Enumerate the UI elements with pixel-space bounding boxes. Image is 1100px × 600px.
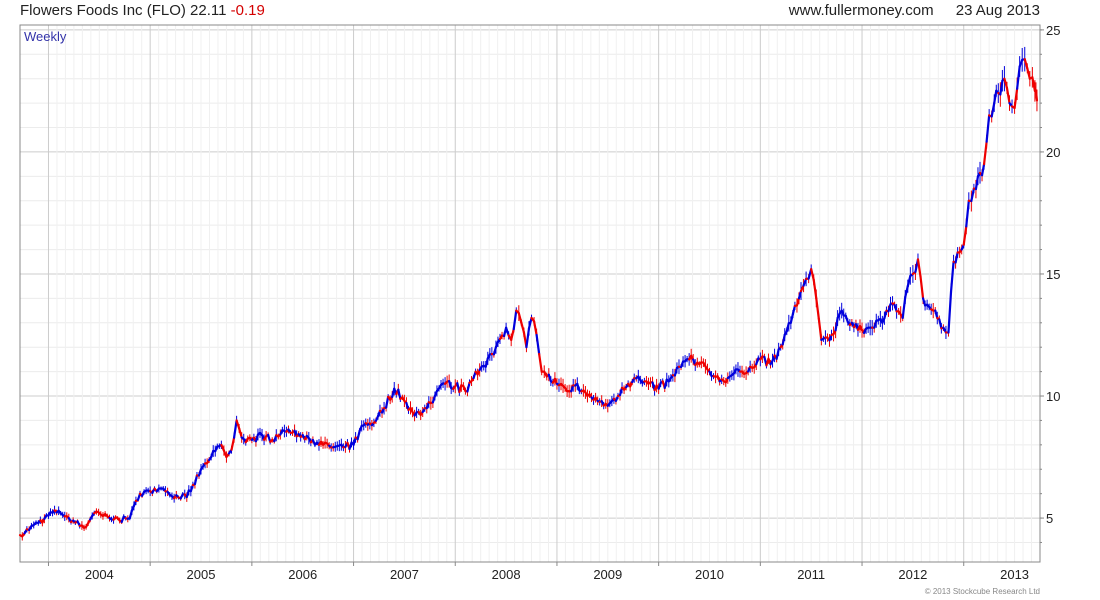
copyright-notice: © 2013 Stockcube Research Ltd [924,587,1040,596]
y-tick-label: 15 [1046,267,1060,282]
x-tick-label: 2008 [492,567,521,582]
x-tick-label: 2009 [593,567,622,582]
y-tick-label: 5 [1046,511,1053,526]
x-tick-label: 2006 [288,567,317,582]
x-tick-label: 2013 [1000,567,1029,582]
y-tick-label: 20 [1046,145,1060,160]
x-tick-label: 2005 [187,567,216,582]
x-tick-label: 2011 [797,567,825,582]
y-tick-label: 25 [1046,23,1060,38]
y-tick-label: 10 [1046,389,1060,404]
price-chart: 5 10 15 20 25 2004 2005 2006 2007 2008 2009 2010 201… [18,23,1060,582]
x-tick-label: 2012 [898,567,927,582]
period-label: Weekly [24,29,67,44]
x-tick-label: 2007 [390,567,419,582]
x-tick-label: 2010 [695,567,724,582]
x-tick-label: 2004 [85,567,114,582]
